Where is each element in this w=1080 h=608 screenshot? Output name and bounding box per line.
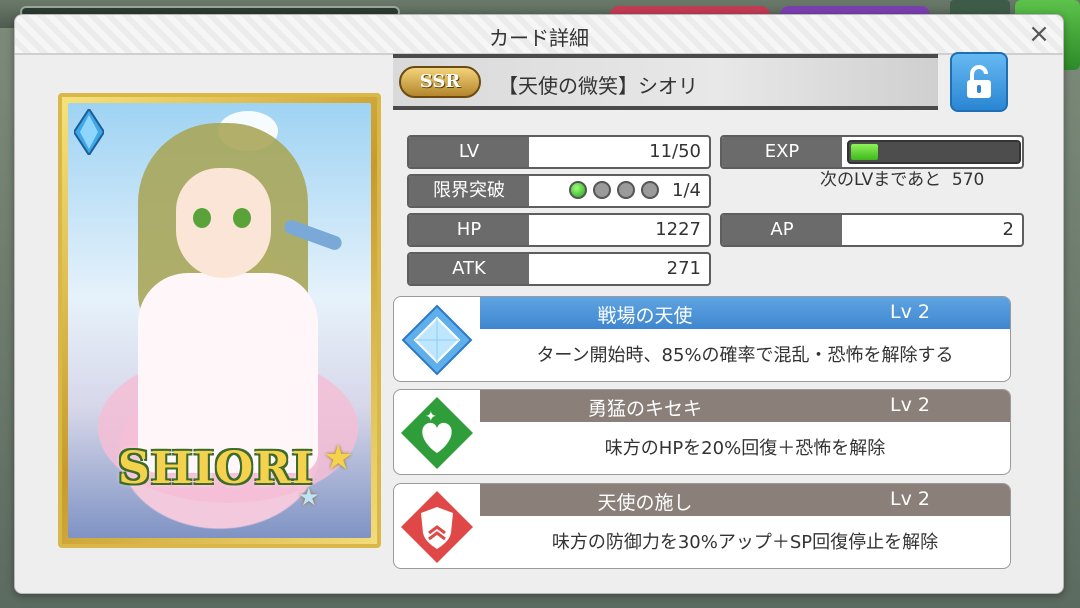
stat-value: 2 (1002, 219, 1014, 240)
limit-break-dot (569, 181, 587, 199)
skill-name: 戦場の天使 (597, 305, 693, 327)
stat-label: AP (722, 215, 842, 245)
stat-ap: AP 2 (720, 213, 1024, 247)
stat-label: 限界突破 (409, 176, 529, 206)
limit-break-dot (593, 181, 611, 199)
stat-label: HP (409, 215, 529, 245)
card-art-name: SHIORI (118, 443, 314, 494)
padlock-icon (967, 65, 991, 98)
limit-break-dot (641, 181, 659, 199)
exp-progress-bar (847, 140, 1021, 164)
blue-diamond-icon (399, 302, 475, 378)
stat-value: 1/4 (672, 180, 701, 201)
skill-level: Lv 2 (890, 394, 930, 416)
next-level-label: 次のLVまであと (820, 170, 942, 190)
stat-label: ATK (409, 254, 529, 284)
green-heart-icon: ✦ (399, 395, 475, 471)
skill-description: 味方のHPを20%回復＋恐怖を解除 (604, 438, 886, 459)
card-title: 【天使の微笑】シオリ (498, 74, 698, 98)
skill-description: ターン開始時、85%の確率で混乱・恐怖を解除する (536, 345, 954, 366)
stat-value: 11/50 (649, 141, 701, 162)
modal-header: カード詳細 × (15, 15, 1063, 55)
next-level-exp: 次のLVまであと 570 (820, 165, 984, 190)
stat-lv: LV 11/50 (407, 135, 711, 169)
star-icon: ★ (323, 438, 354, 478)
skill-card[interactable]: 戦場の天使 Lv 2 ターン開始時、85%の確率で混乱・恐怖を解除する (393, 296, 1011, 382)
limit-break-dot (617, 181, 635, 199)
character-eye-right (233, 208, 251, 228)
limit-break-indicators (569, 181, 659, 199)
skill-card[interactable]: ✦ 勇猛のキセキ Lv 2 味方のHPを20%回復＋恐怖を解除 (393, 389, 1011, 475)
skill-header: 勇猛のキセキ Lv 2 (480, 390, 1010, 422)
attribute-gem-icon (74, 109, 104, 155)
character-face (176, 168, 271, 278)
stat-atk: ATK 271 (407, 252, 711, 286)
next-level-value: 570 (951, 170, 985, 190)
skill-header: 天使の施し Lv 2 (480, 484, 1010, 516)
stat-label: EXP (722, 137, 842, 167)
rarity-badge: SSR (399, 66, 481, 98)
skill-level: Lv 2 (890, 301, 930, 323)
red-shield-icon (399, 489, 475, 565)
skill-level: Lv 2 (890, 488, 930, 510)
stat-hp: HP 1227 (407, 213, 711, 247)
exp-progress-fill (851, 144, 879, 160)
card-illustration: SHIORI ★ ★ (68, 103, 371, 538)
character-eye-left (193, 208, 211, 228)
stat-label: LV (409, 137, 529, 167)
skill-name: 天使の施し (597, 492, 693, 514)
modal-title: カード詳細 (489, 26, 589, 50)
stat-limit-break: 限界突破 1/4 (407, 174, 711, 208)
skill-header: 戦場の天使 Lv 2 (480, 297, 1010, 329)
star-icon: ★ (298, 483, 320, 511)
card-name-bar: SSR 【天使の微笑】シオリ (393, 54, 938, 110)
skill-description: 味方の防御力を30%アップ＋SP回復停止を解除 (551, 532, 939, 553)
skill-name: 勇猛のキセキ (587, 398, 702, 420)
svg-text:✦: ✦ (425, 409, 437, 425)
stat-value: 1227 (655, 219, 701, 240)
close-button[interactable]: × (1025, 20, 1053, 48)
skill-card[interactable]: 天使の施し Lv 2 味方の防御力を30%アップ＋SP回復停止を解除 (393, 483, 1011, 569)
card-art-frame[interactable]: SHIORI ★ ★ (58, 93, 381, 548)
lock-button[interactable] (950, 52, 1008, 112)
stat-exp: EXP (720, 135, 1024, 169)
stat-value: 271 (666, 258, 701, 279)
